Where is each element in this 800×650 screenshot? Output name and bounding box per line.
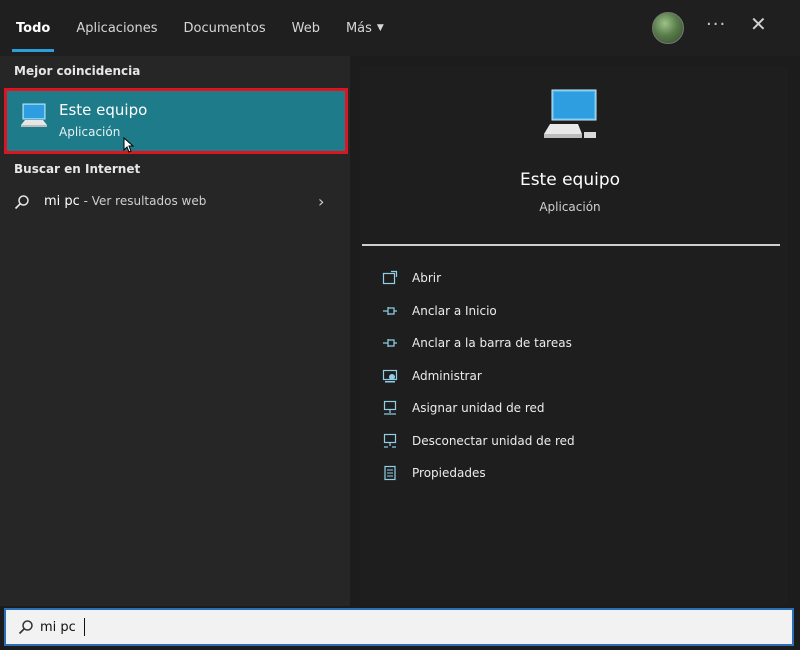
computer-large-icon: [542, 88, 600, 148]
action-list: Abrir Anclar a Inicio Anclar a la barra …: [382, 262, 575, 490]
manage-icon: [382, 368, 398, 384]
action-propiedades[interactable]: Propiedades: [382, 457, 575, 490]
action-anclar-inicio[interactable]: Anclar a Inicio: [382, 295, 575, 328]
best-match-heading: Mejor coincidencia: [14, 64, 141, 78]
caret-down-icon: ▼: [376, 23, 384, 33]
tab-todo[interactable]: Todo: [11, 0, 55, 56]
tab-documentos[interactable]: Documentos: [184, 0, 266, 56]
search-icon: [14, 194, 30, 214]
action-abrir[interactable]: Abrir: [382, 262, 575, 295]
web-query-text: mi pc: [44, 194, 80, 209]
web-search-result[interactable]: mi pc - Ver resultados web ›: [0, 190, 350, 216]
action-administrar[interactable]: Administrar: [382, 360, 575, 393]
web-query-suffix: - Ver resultados web: [79, 194, 207, 208]
detail-title: Este equipo: [519, 170, 621, 190]
disconnect-drive-icon: [382, 433, 398, 449]
detail-pane: Este equipo Aplicación Abrir Anclar a In…: [360, 66, 788, 606]
best-match-title: Este equipo: [59, 101, 148, 119]
results-pane: Mejor coincidencia Este equipo Aplicació…: [0, 56, 350, 606]
action-asignar-unidad[interactable]: Asignar unidad de red: [382, 392, 575, 425]
divider: [362, 244, 780, 246]
detail-subtitle: Aplicación: [539, 200, 601, 214]
action-desconectar-unidad[interactable]: Desconectar unidad de red: [382, 425, 575, 458]
top-bar: Todo Aplicaciones Documentos Web Más ▼ ··…: [0, 0, 800, 56]
search-bar[interactable]: [4, 608, 794, 646]
tab-web[interactable]: Web: [292, 0, 320, 56]
network-drive-icon: [382, 400, 398, 416]
ellipsis-icon[interactable]: ···: [706, 14, 726, 35]
action-anclar-barra[interactable]: Anclar a la barra de tareas: [382, 327, 575, 360]
close-icon[interactable]: ✕: [750, 12, 767, 36]
best-match-result[interactable]: Este equipo Aplicación: [4, 88, 348, 154]
computer-icon: [19, 103, 49, 135]
pin-icon: [382, 303, 398, 319]
search-input[interactable]: [40, 617, 740, 637]
chevron-right-icon[interactable]: ›: [318, 192, 324, 211]
avatar[interactable]: [652, 12, 684, 44]
web-search-heading: Buscar en Internet: [14, 162, 141, 176]
pin-icon: [382, 335, 398, 351]
best-match-subtitle: Aplicación: [59, 125, 121, 139]
tab-aplicaciones[interactable]: Aplicaciones: [76, 0, 157, 56]
text-caret: [84, 618, 85, 636]
properties-icon: [382, 465, 398, 481]
tab-mas[interactable]: Más ▼: [346, 0, 384, 56]
filter-tabs: Todo Aplicaciones Documentos Web Más ▼: [0, 0, 410, 56]
search-icon: [18, 619, 34, 639]
mouse-cursor-icon: [123, 136, 135, 157]
open-icon: [382, 270, 398, 286]
